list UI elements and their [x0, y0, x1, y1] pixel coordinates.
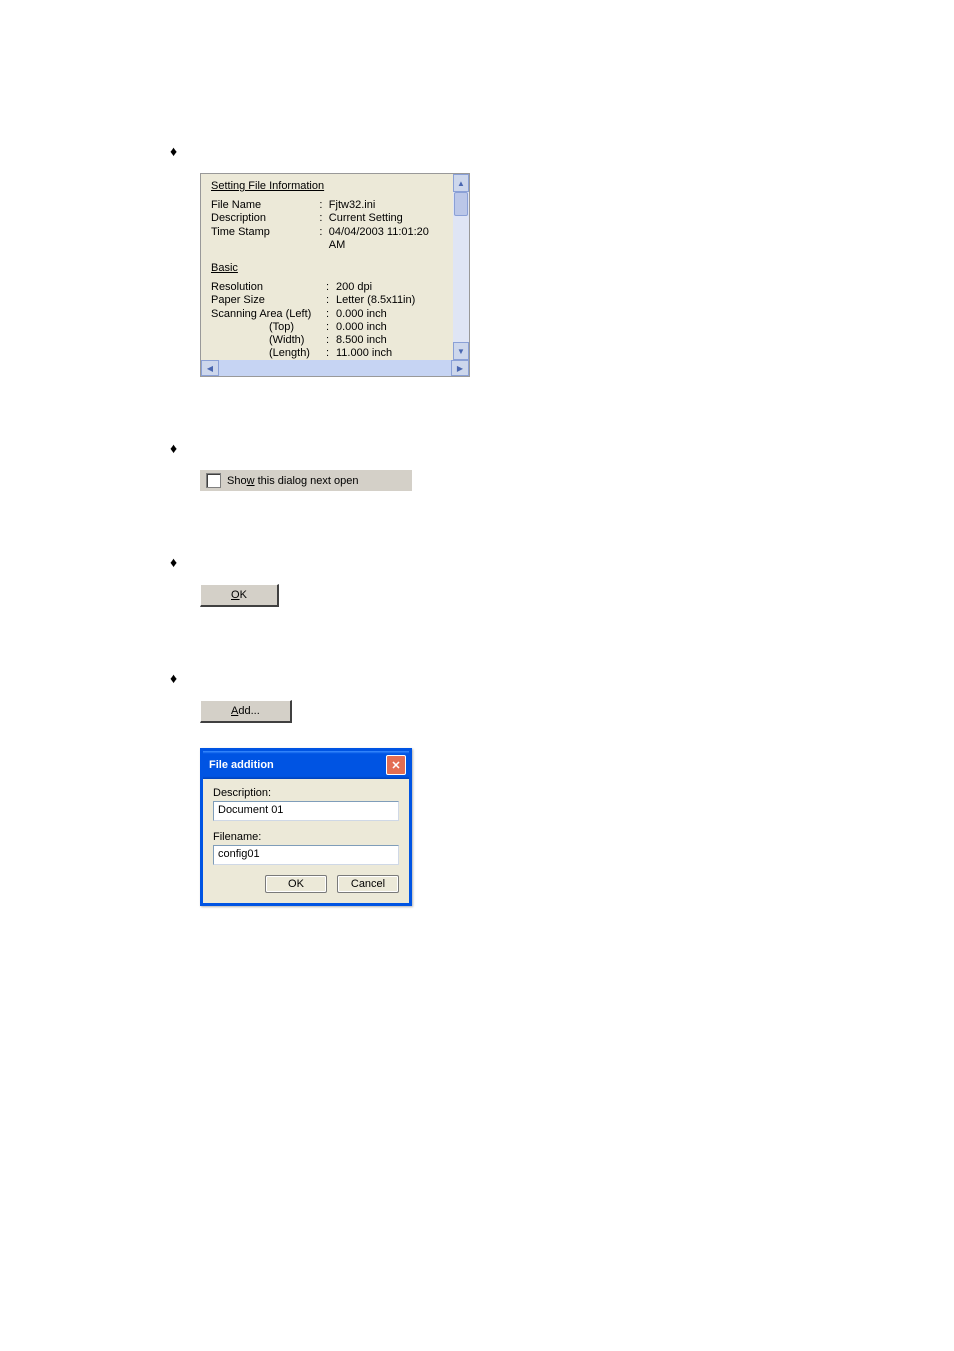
- dialog-ok-button[interactable]: OK: [265, 875, 327, 893]
- add-button[interactable]: Add...: [200, 700, 292, 723]
- info-label: Scanning Area (Left): [211, 308, 326, 321]
- info-value: 04/04/2003 11:01:20 AM: [329, 226, 441, 252]
- info-label: (Length): [211, 347, 326, 360]
- info-label: (Top): [211, 321, 326, 334]
- ok-button[interactable]: OK: [200, 584, 279, 607]
- file-addition-dialog: File addition ✕ Description: Document 01…: [200, 748, 412, 906]
- dialog-cancel-button[interactable]: Cancel: [337, 875, 399, 893]
- info-heading-1: Setting File Information: [211, 180, 441, 193]
- info-label: Description: [211, 212, 319, 225]
- checkbox-box[interactable]: [206, 473, 221, 488]
- info-value: Fjtw32.ini: [329, 199, 441, 212]
- description-label: Description:: [213, 787, 399, 799]
- bullet-icon: ♦: [170, 144, 177, 158]
- info-value: 11.000 inch: [336, 347, 415, 360]
- bullet-icon: ♦: [170, 441, 177, 455]
- scroll-up-icon[interactable]: ▲: [453, 174, 469, 192]
- info-value: 200 dpi: [336, 281, 415, 294]
- info-heading-2: Basic: [211, 262, 441, 275]
- close-icon[interactable]: ✕: [386, 755, 406, 775]
- bullet-icon: ♦: [170, 555, 177, 569]
- scroll-left-icon[interactable]: ◀: [201, 360, 219, 376]
- info-label: Paper Size: [211, 294, 326, 307]
- info-label: (Width): [211, 334, 326, 347]
- info-label: Time Stamp: [211, 226, 319, 239]
- show-dialog-checkbox-row[interactable]: Show this dialog next open: [200, 470, 412, 491]
- checkbox-label: Show this dialog next open: [227, 475, 359, 487]
- setting-file-info-panel: Setting File Information File Name Descr…: [200, 173, 470, 377]
- info-value: Current Setting: [329, 212, 441, 225]
- bullet-icon: ♦: [170, 671, 177, 685]
- scroll-down-icon[interactable]: ▼: [453, 342, 469, 360]
- info-value: 0.000 inch: [336, 308, 415, 321]
- info-value: 0.000 inch: [336, 321, 415, 334]
- info-value: 8.500 inch: [336, 334, 415, 347]
- scroll-right-icon[interactable]: ▶: [451, 360, 469, 376]
- filename-label: Filename:: [213, 831, 399, 843]
- info-label: Resolution: [211, 281, 326, 294]
- horizontal-scrollbar[interactable]: ◀ ▶: [201, 360, 469, 376]
- info-label: File Name: [211, 199, 319, 212]
- dialog-titlebar: File addition ✕: [203, 751, 409, 779]
- scroll-thumb[interactable]: [454, 192, 468, 216]
- vertical-scrollbar[interactable]: ▲ ▼: [453, 174, 469, 360]
- info-value: Letter (8.5x11in): [336, 294, 415, 307]
- description-input[interactable]: Document 01: [213, 801, 399, 821]
- dialog-title: File addition: [209, 759, 274, 771]
- filename-input[interactable]: config01: [213, 845, 399, 865]
